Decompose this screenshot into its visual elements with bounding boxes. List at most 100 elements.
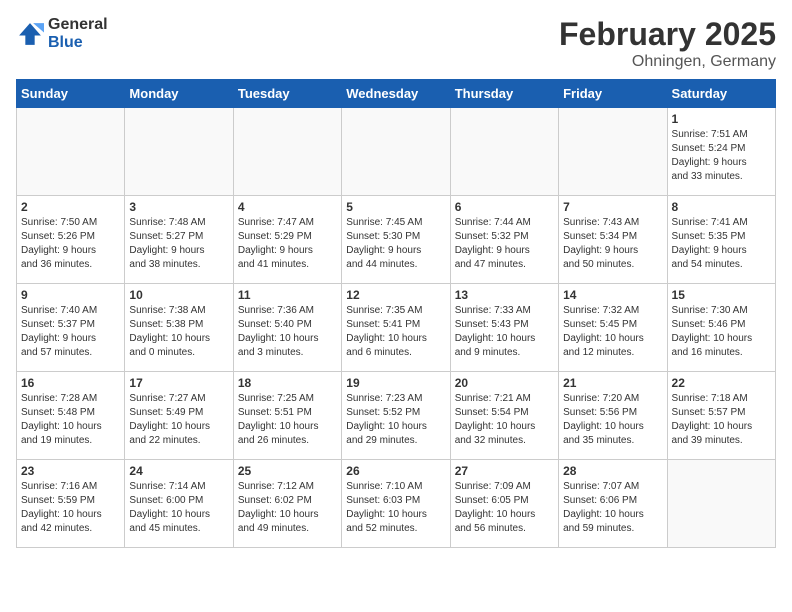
- week-row-2: 9Sunrise: 7:40 AM Sunset: 5:37 PM Daylig…: [17, 284, 776, 372]
- weekday-header-wednesday: Wednesday: [342, 80, 450, 108]
- calendar-cell: 16Sunrise: 7:28 AM Sunset: 5:48 PM Dayli…: [17, 372, 125, 460]
- day-info: Sunrise: 7:43 AM Sunset: 5:34 PM Dayligh…: [563, 216, 662, 272]
- calendar-cell: 19 Sunrise: 7:23 AM Sunset: 5:52 PM Dayli…: [342, 372, 450, 460]
- day-info: Sunrise: 7:07 AM Sunset: 6:06 PM Dayligh…: [563, 480, 662, 536]
- calendar-cell: 6 Sunrise: 7:44 AM Sunset: 5:32 PM Daylig…: [450, 196, 558, 284]
- calendar-cell: 13Sunrise: 7:33 AM Sunset: 5:43 PM Dayli…: [450, 284, 558, 372]
- calendar-cell: 22 Sunrise: 7:18 AM Sunset: 5:57 PM Dayli…: [667, 372, 775, 460]
- day-number: 24: [129, 464, 228, 478]
- calendar-cell: 7 Sunrise: 7:43 AM Sunset: 5:34 PM Daylig…: [559, 196, 667, 284]
- weekday-header-sunday: Sunday: [17, 80, 125, 108]
- day-number: 23: [21, 464, 120, 478]
- calendar-cell: 28 Sunrise: 7:07 AM Sunset: 6:06 PM Dayli…: [559, 460, 667, 548]
- day-number: 4: [238, 200, 337, 214]
- week-row-1: 2 Sunrise: 7:50 AM Sunset: 5:26 PM Daylig…: [17, 196, 776, 284]
- calendar-cell: 23 Sunrise: 7:16 AM Sunset: 5:59 PM Dayli…: [17, 460, 125, 548]
- day-number: 13: [455, 288, 554, 302]
- day-info: Sunrise: 7:27 AM Sunset: 5:49 PM Dayligh…: [129, 392, 228, 448]
- weekday-header-saturday: Saturday: [667, 80, 775, 108]
- calendar-cell: [17, 108, 125, 196]
- logo-text: General Blue: [48, 16, 108, 51]
- calendar-cell: 20 Sunrise: 7:21 AM Sunset: 5:54 PM Dayli…: [450, 372, 558, 460]
- calendar-cell: [233, 108, 341, 196]
- day-info: Sunrise: 7:50 AM Sunset: 5:26 PM Dayligh…: [21, 216, 120, 272]
- day-info: Sunrise: 7:09 AM Sunset: 6:05 PM Dayligh…: [455, 480, 554, 536]
- day-number: 20: [455, 376, 554, 390]
- page-header: General Blue February 2025 Ohningen, Ger…: [16, 16, 776, 71]
- calendar-title: February 2025: [559, 16, 776, 53]
- calendar-cell: [342, 108, 450, 196]
- calendar-subtitle: Ohningen, Germany: [559, 53, 776, 71]
- calendar-cell: 2 Sunrise: 7:50 AM Sunset: 5:26 PM Daylig…: [17, 196, 125, 284]
- day-info: Sunrise: 7:30 AM Sunset: 5:46 PM Dayligh…: [672, 304, 771, 360]
- calendar-cell: 9Sunrise: 7:40 AM Sunset: 5:37 PM Daylig…: [17, 284, 125, 372]
- calendar-cell: 14 Sunrise: 7:32 AM Sunset: 5:45 PM Dayli…: [559, 284, 667, 372]
- calendar-cell: [450, 108, 558, 196]
- calendar-cell: [125, 108, 233, 196]
- day-info: Sunrise: 7:35 AM Sunset: 5:41 PM Dayligh…: [346, 304, 445, 360]
- calendar-cell: 27 Sunrise: 7:09 AM Sunset: 6:05 PM Dayli…: [450, 460, 558, 548]
- day-info: Sunrise: 7:47 AM Sunset: 5:29 PM Dayligh…: [238, 216, 337, 272]
- day-info: Sunrise: 7:41 AM Sunset: 5:35 PM Dayligh…: [672, 216, 771, 272]
- day-number: 2: [21, 200, 120, 214]
- weekday-header-thursday: Thursday: [450, 80, 558, 108]
- calendar-body: 1Sunrise: 7:51 AM Sunset: 5:24 PM Daylig…: [17, 108, 776, 548]
- day-number: 12: [346, 288, 445, 302]
- day-info: Sunrise: 7:48 AM Sunset: 5:27 PM Dayligh…: [129, 216, 228, 272]
- weekday-row: SundayMondayTuesdayWednesdayThursdayFrid…: [17, 80, 776, 108]
- day-info: Sunrise: 7:12 AM Sunset: 6:02 PM Dayligh…: [238, 480, 337, 536]
- day-number: 18: [238, 376, 337, 390]
- logo-blue-text: Blue: [48, 34, 108, 52]
- day-info: Sunrise: 7:23 AM Sunset: 5:52 PM Dayligh…: [346, 392, 445, 448]
- calendar-cell: 11 Sunrise: 7:36 AM Sunset: 5:40 PM Dayli…: [233, 284, 341, 372]
- title-block: February 2025 Ohningen, Germany: [559, 16, 776, 71]
- calendar-cell: 24Sunrise: 7:14 AM Sunset: 6:00 PM Dayli…: [125, 460, 233, 548]
- calendar-cell: 15 Sunrise: 7:30 AM Sunset: 5:46 PM Dayli…: [667, 284, 775, 372]
- day-number: 21: [563, 376, 662, 390]
- day-info: Sunrise: 7:20 AM Sunset: 5:56 PM Dayligh…: [563, 392, 662, 448]
- day-number: 19: [346, 376, 445, 390]
- calendar-cell: [667, 460, 775, 548]
- calendar-cell: 26 Sunrise: 7:10 AM Sunset: 6:03 PM Dayli…: [342, 460, 450, 548]
- calendar-cell: 17Sunrise: 7:27 AM Sunset: 5:49 PM Dayli…: [125, 372, 233, 460]
- day-info: Sunrise: 7:10 AM Sunset: 6:03 PM Dayligh…: [346, 480, 445, 536]
- calendar-cell: [559, 108, 667, 196]
- day-number: 28: [563, 464, 662, 478]
- calendar-cell: 5Sunrise: 7:45 AM Sunset: 5:30 PM Daylig…: [342, 196, 450, 284]
- day-info: Sunrise: 7:18 AM Sunset: 5:57 PM Dayligh…: [672, 392, 771, 448]
- day-info: Sunrise: 7:21 AM Sunset: 5:54 PM Dayligh…: [455, 392, 554, 448]
- day-number: 26: [346, 464, 445, 478]
- weekday-header-tuesday: Tuesday: [233, 80, 341, 108]
- day-info: Sunrise: 7:36 AM Sunset: 5:40 PM Dayligh…: [238, 304, 337, 360]
- weekday-header-friday: Friday: [559, 80, 667, 108]
- day-info: Sunrise: 7:25 AM Sunset: 5:51 PM Dayligh…: [238, 392, 337, 448]
- calendar-cell: 21 Sunrise: 7:20 AM Sunset: 5:56 PM Dayli…: [559, 372, 667, 460]
- day-info: Sunrise: 7:32 AM Sunset: 5:45 PM Dayligh…: [563, 304, 662, 360]
- day-number: 11: [238, 288, 337, 302]
- logo-icon: [16, 20, 44, 48]
- calendar-cell: 3 Sunrise: 7:48 AM Sunset: 5:27 PM Daylig…: [125, 196, 233, 284]
- calendar-cell: 25Sunrise: 7:12 AM Sunset: 6:02 PM Dayli…: [233, 460, 341, 548]
- day-number: 14: [563, 288, 662, 302]
- day-info: Sunrise: 7:38 AM Sunset: 5:38 PM Dayligh…: [129, 304, 228, 360]
- day-number: 27: [455, 464, 554, 478]
- calendar-cell: 18 Sunrise: 7:25 AM Sunset: 5:51 PM Dayli…: [233, 372, 341, 460]
- calendar-table: SundayMondayTuesdayWednesdayThursdayFrid…: [16, 79, 776, 548]
- day-number: 8: [672, 200, 771, 214]
- calendar-cell: 4 Sunrise: 7:47 AM Sunset: 5:29 PM Daylig…: [233, 196, 341, 284]
- day-number: 15: [672, 288, 771, 302]
- day-number: 6: [455, 200, 554, 214]
- day-info: Sunrise: 7:16 AM Sunset: 5:59 PM Dayligh…: [21, 480, 120, 536]
- day-number: 16: [21, 376, 120, 390]
- calendar-cell: 8 Sunrise: 7:41 AM Sunset: 5:35 PM Daylig…: [667, 196, 775, 284]
- day-number: 7: [563, 200, 662, 214]
- calendar-header: SundayMondayTuesdayWednesdayThursdayFrid…: [17, 80, 776, 108]
- week-row-0: 1Sunrise: 7:51 AM Sunset: 5:24 PM Daylig…: [17, 108, 776, 196]
- day-number: 3: [129, 200, 228, 214]
- day-number: 22: [672, 376, 771, 390]
- day-number: 1: [672, 112, 771, 126]
- calendar-cell: 12 Sunrise: 7:35 AM Sunset: 5:41 PM Dayli…: [342, 284, 450, 372]
- logo: General Blue: [16, 16, 108, 51]
- day-info: Sunrise: 7:40 AM Sunset: 5:37 PM Dayligh…: [21, 304, 120, 360]
- day-info: Sunrise: 7:44 AM Sunset: 5:32 PM Dayligh…: [455, 216, 554, 272]
